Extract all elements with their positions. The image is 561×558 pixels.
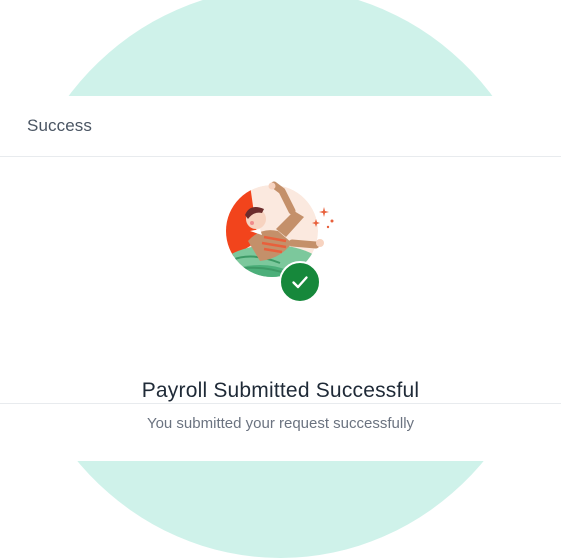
modal-title: Success: [27, 116, 92, 135]
success-headline: Payroll Submitted Successful: [141, 379, 420, 402]
success-message: You submitted your request successfully: [146, 415, 415, 432]
modal-header: Success: [0, 96, 561, 157]
success-check-badge: [279, 261, 321, 303]
modal-footer: [0, 404, 561, 461]
modal-body: Payroll Submitted Successful You submitt…: [0, 157, 561, 432]
success-modal: Success Payroll Submitted Successful You…: [0, 96, 561, 461]
check-icon: [292, 276, 308, 289]
screen: Success Payroll Submitted Successful You…: [0, 0, 561, 558]
